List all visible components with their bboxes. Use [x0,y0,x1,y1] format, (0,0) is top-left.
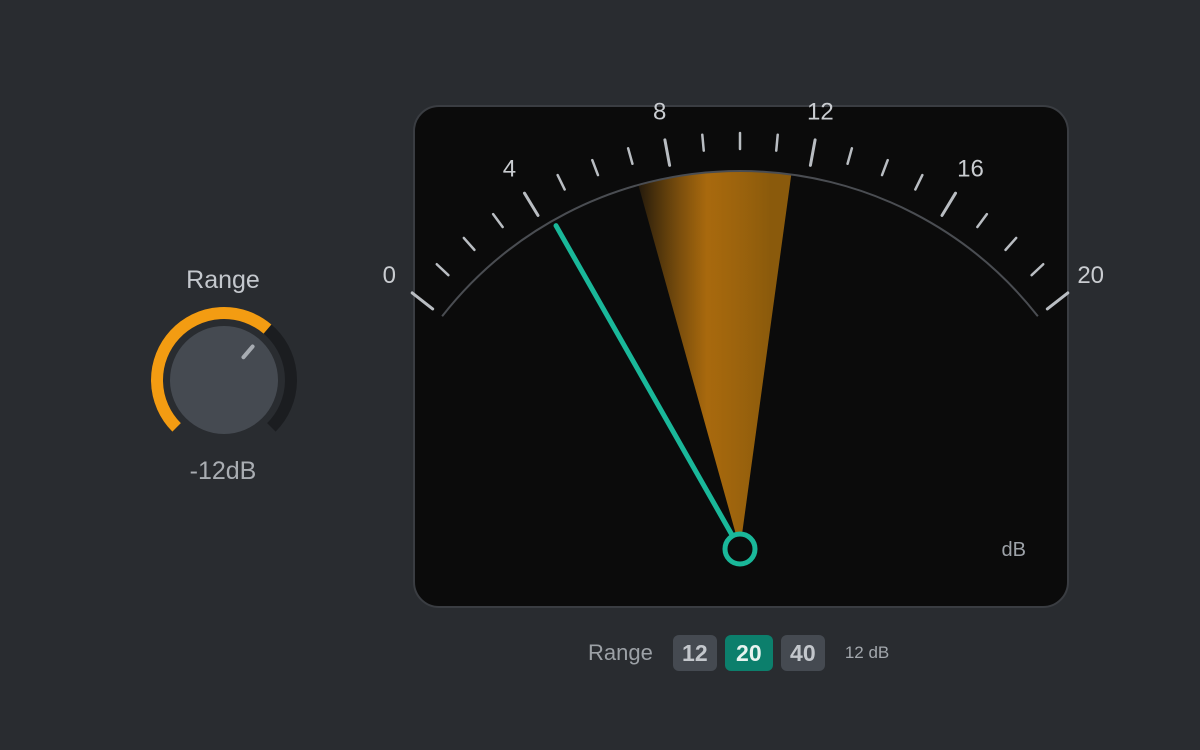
major-tick [940,191,957,217]
major-tick [663,138,672,167]
minor-tick [462,236,476,252]
range-selector-label: Range [588,640,653,665]
knob-body[interactable] [170,326,278,434]
scale-label: 20 [1077,262,1104,289]
meter-app: Range -12dB 0 4 8 12 16 20 dB Range 12 20 40 … [0,0,1200,750]
minor-tick [626,147,634,165]
range-selector: Range 12 20 40 12 dB [588,634,889,672]
minor-tick [591,158,600,177]
knob-value: -12dB [189,457,257,485]
minor-tick [914,173,924,191]
minor-tick [701,133,705,152]
meter-unit-label: dB [1002,539,1026,561]
knob-label: Range [186,266,260,294]
range-option-12[interactable]: 12 [672,635,717,671]
minor-tick [775,133,779,152]
minor-tick [880,158,889,177]
scale-label: 16 [957,155,984,182]
major-tick [1045,291,1070,311]
scale-label: 8 [653,98,666,125]
range-option-40[interactable]: 40 [780,635,825,671]
minor-tick [1030,262,1045,277]
vu-meter-dial: 0 4 8 12 16 20 dB [383,98,1104,567]
scale-label: 0 [383,262,396,289]
peak-hold-band [638,171,792,549]
minor-tick [846,147,854,165]
minor-tick [976,212,989,229]
minor-tick [435,262,450,277]
scale-label: 12 [807,98,834,125]
scale-label: 4 [503,155,516,182]
needle-pivot [722,531,758,567]
major-tick [523,191,540,217]
range-current-value: 12 dB [844,643,890,662]
peak-hold-wedge [638,171,792,549]
minor-tick [491,212,504,229]
major-tick [410,291,435,311]
major-tick [808,138,817,167]
minor-tick [556,173,566,191]
range-knob[interactable] [140,307,310,457]
range-option-20[interactable]: 20 [724,635,773,671]
minor-tick [1004,236,1018,252]
